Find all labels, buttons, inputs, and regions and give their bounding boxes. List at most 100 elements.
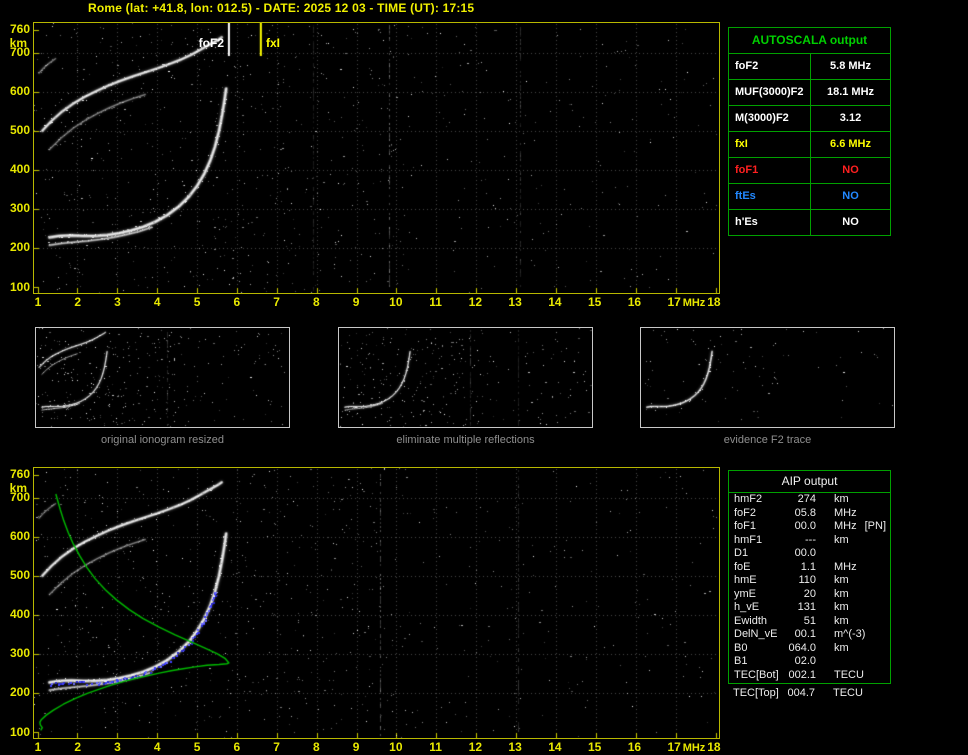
foF2-marker-label: foF2 xyxy=(198,36,224,50)
x-tick-label-16-top: 16 xyxy=(627,295,642,309)
aip-row-Ewidth: Ewidth 51 km xyxy=(729,615,890,629)
autoscala-app-window: Rome (lat: +41.8, lon: 012.5) - DATE: 20… xyxy=(0,0,968,755)
aip-name: foF2 xyxy=(734,506,757,519)
aip-name: B0 xyxy=(734,641,748,654)
aip-row-TEC[Top]: TEC[Top] 004.7 TECU xyxy=(728,687,891,701)
y-axis-unit-bottom: km xyxy=(9,480,27,495)
aip-tec-top-row-container: TEC[Top] 004.7 TECU xyxy=(728,687,891,701)
aip-val: 05.8 xyxy=(794,506,816,519)
autoscala-row-ftEs: ftEs NO xyxy=(729,184,890,210)
aip-name: TEC[Top] xyxy=(733,687,779,699)
aip-unit: km xyxy=(834,574,849,586)
fxI-marker-label: fxI xyxy=(266,36,281,50)
y-tick-label-200-top: 200 xyxy=(9,240,30,255)
aip-unit: TECU xyxy=(833,687,863,699)
x-tick-label-12-bottom: 12 xyxy=(468,740,483,754)
y-tick-label-100-bottom: 100 xyxy=(9,724,30,739)
x-tick-label-4-bottom: 4 xyxy=(153,740,161,754)
y-tick-label-300-top: 300 xyxy=(9,201,30,216)
aip-name: foF1 xyxy=(734,520,757,532)
x-tick-label-15-top: 15 xyxy=(587,295,602,309)
aip-unit: TECU xyxy=(834,668,864,681)
thumbnail-f2-trace xyxy=(640,327,895,428)
ionogram-canvas-bottom xyxy=(34,468,719,738)
autoscala-param-name: MUF(3000)F2 xyxy=(729,80,811,105)
x-tick-label-1-top: 1 xyxy=(34,295,42,309)
aip-unit: MHz xyxy=(834,506,857,519)
x-tick-label-8-top: 8 xyxy=(312,295,320,309)
aip-unit: km xyxy=(834,493,849,505)
aip-name: foE xyxy=(734,560,751,573)
aip-row-hmF1: hmF1 --- km xyxy=(729,534,890,548)
aip-val: 00.0 xyxy=(794,520,816,532)
aip-val: 02.0 xyxy=(794,655,816,667)
aip-row-B0: B0 064.0 km xyxy=(729,642,890,656)
x-tick-label-7-top: 7 xyxy=(273,295,280,309)
x-tick-label-13-top: 13 xyxy=(508,295,522,309)
x-axis-unit-bottom: MHz xyxy=(682,742,706,754)
autoscala-param-value: 18.1 MHz xyxy=(826,86,875,98)
ionogram-plot-bottom xyxy=(33,467,720,739)
aip-name: ymE xyxy=(734,587,756,600)
aip-name: h_vE xyxy=(734,601,760,613)
autoscala-row-foF2: foF2 5.8 MHz xyxy=(729,54,890,80)
autoscala-output-table: AUTOSCALA output foF2 5.8 MHz MUF(3000)F2 1… xyxy=(728,27,891,236)
aip-name: hmE xyxy=(734,574,757,586)
autoscala-row-M(3000)F2: M(3000)F2 3.12 xyxy=(729,106,890,132)
aip-row-hmE: hmE 110 km xyxy=(729,574,890,588)
aip-unit: km xyxy=(834,533,849,546)
aip-row-DelN_vE: DelN_vE 00.1 m^(-3) xyxy=(729,628,890,642)
aip-rows: hmF2 274 km foF2 05.8 MHz foF1 00.0 MHz [PN] hmF1 -… xyxy=(729,493,890,682)
aip-val: 002.1 xyxy=(788,668,816,681)
autoscala-row-MUF(3000)F2: MUF(3000)F2 18.1 MHz xyxy=(729,80,890,106)
autoscala-param-name: M(3000)F2 xyxy=(729,106,811,131)
y-tick-label-500-top: 500 xyxy=(9,123,30,138)
aip-name: B1 xyxy=(734,655,748,667)
y-tick-label-300-bottom: 300 xyxy=(9,646,30,661)
aip-unit: km xyxy=(834,641,849,654)
x-tick-label-7-bottom: 7 xyxy=(273,740,280,754)
aip-row-foF1: foF1 00.0 MHz [PN] xyxy=(729,520,890,534)
aip-name: hmF2 xyxy=(734,493,763,505)
aip-extra: [PN] xyxy=(864,520,887,532)
x-tick-label-14-top: 14 xyxy=(548,295,562,309)
y-axis-unit-top: km xyxy=(9,35,27,50)
x-axis-unit-top: MHz xyxy=(682,297,706,309)
station-date-time-title: Rome (lat: +41.8, lon: 012.5) - DATE: 20… xyxy=(88,1,475,15)
autoscala-param-name: foF1 xyxy=(729,158,811,183)
aip-val: 004.7 xyxy=(787,687,815,699)
ionogram-plot-top xyxy=(33,22,720,294)
thumbnail-canvas-no-multiples xyxy=(339,328,592,427)
x-tick-label-2-bottom: 2 xyxy=(74,740,82,754)
aip-name: Ewidth xyxy=(734,614,768,627)
y-tick-label-500-bottom: 500 xyxy=(9,568,30,583)
x-tick-label-10-bottom: 10 xyxy=(389,740,403,754)
autoscala-rows: foF2 5.8 MHz MUF(3000)F2 18.1 MHz M(3000)F2 3… xyxy=(729,54,890,235)
aip-row-ymE: ymE 20 km xyxy=(729,588,890,602)
thumbnail-canvas-f2-trace xyxy=(641,328,894,427)
x-tick-label-6-bottom: 6 xyxy=(233,740,241,754)
thumbnail-original-ionogram xyxy=(35,327,290,428)
aip-row-foE: foE 1.1 MHz xyxy=(729,561,890,575)
x-tick-label-11-top: 11 xyxy=(429,295,442,309)
autoscala-param-value: NO xyxy=(842,216,859,228)
x-tick-label-2-top: 2 xyxy=(74,295,82,309)
x-tick-label-14-bottom: 14 xyxy=(548,740,562,754)
y-tick-label-760-top: 760 xyxy=(9,21,30,36)
x-tick-label-9-bottom: 9 xyxy=(352,740,360,754)
thumbnail-no-multiples xyxy=(338,327,593,428)
aip-val: 064.0 xyxy=(788,641,816,654)
autoscala-param-name: fxI xyxy=(729,132,811,157)
aip-val: 00.1 xyxy=(794,628,816,640)
aip-val: 110 xyxy=(798,574,816,586)
aip-row-h_vE: h_vE 131 km xyxy=(729,601,890,615)
aip-val: 1.1 xyxy=(800,560,816,573)
aip-name: D1 xyxy=(734,547,749,559)
aip-row-B1: B1 02.0 xyxy=(729,655,890,669)
aip-val: --- xyxy=(805,533,816,546)
aip-unit xyxy=(816,547,834,561)
aip-name: hmF1 xyxy=(734,533,763,546)
y-tick-label-100-top: 100 xyxy=(9,279,30,294)
autoscala-param-name: foF2 xyxy=(729,54,811,79)
x-tick-label-15-bottom: 15 xyxy=(587,740,602,754)
